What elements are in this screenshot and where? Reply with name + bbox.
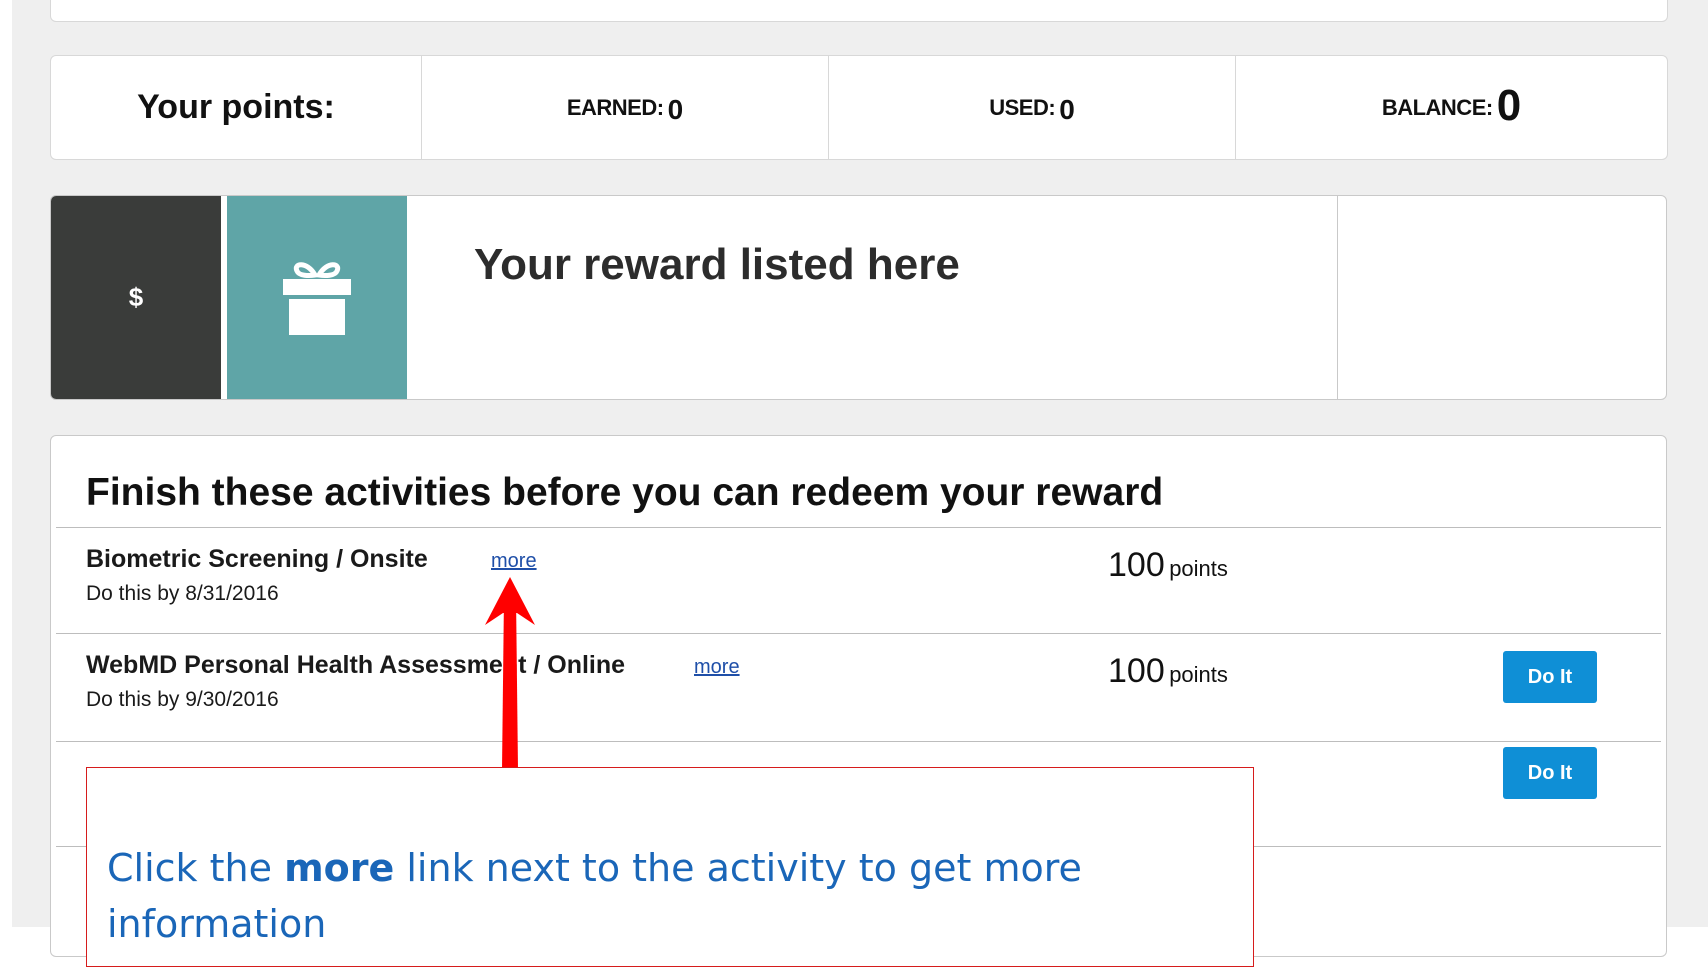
balance-cell: BALANCE: 0 xyxy=(1236,56,1667,159)
used-value: 0 xyxy=(1059,93,1075,125)
used-cell: USED: 0 xyxy=(829,56,1236,159)
callout-emphasis: more xyxy=(284,846,395,890)
more-link[interactable]: more xyxy=(491,550,537,573)
instruction-callout: Click the more link next to the activity… xyxy=(86,767,1254,967)
used-label: USED: xyxy=(989,94,1056,120)
top-panel xyxy=(50,0,1668,22)
earned-value: 0 xyxy=(667,93,684,125)
points-title: Your points: xyxy=(137,88,335,126)
reward-title: Your reward listed here xyxy=(474,240,960,289)
callout-prefix: Click the xyxy=(107,846,285,890)
earned-cell: EARNED: 0 xyxy=(422,56,829,159)
activity-points: 100 points xyxy=(1108,546,1228,585)
activity-row: Biometric Screening / Onsite more Do thi… xyxy=(51,528,1666,633)
activity-row: WebMD Personal Health Assessment / Onlin… xyxy=(51,634,1666,739)
dollar-icon: $ xyxy=(128,282,144,312)
balance-label: BALANCE: xyxy=(1381,94,1493,120)
reward-card[interactable]: $ Your reward listed here xyxy=(50,195,1667,400)
balance-value: 0 xyxy=(1496,80,1522,130)
gift-icon xyxy=(283,261,351,335)
points-number: 100 xyxy=(1108,652,1165,690)
points-unit: points xyxy=(1169,662,1228,687)
points-unit: points xyxy=(1169,556,1228,581)
activities-heading: Finish these activities before you can r… xyxy=(86,471,1164,514)
callout-text: Click the more link next to the activity… xyxy=(107,840,1253,952)
activity-name: Biometric Screening / Onsite xyxy=(86,545,428,573)
more-link[interactable]: more xyxy=(694,656,740,679)
reward-gift-tile xyxy=(227,196,407,399)
reward-divider xyxy=(1337,196,1338,399)
activity-points: 100 points xyxy=(1108,652,1228,691)
activity-due-date: Do this by 8/31/2016 xyxy=(86,582,279,605)
reward-currency-tile: $ xyxy=(51,196,221,399)
earned-label: EARNED: xyxy=(566,94,664,120)
activity-due-date: Do this by 9/30/2016 xyxy=(86,688,279,711)
do-it-button[interactable]: Do It xyxy=(1503,747,1597,799)
red-arrow-icon xyxy=(485,577,535,770)
points-number: 100 xyxy=(1108,546,1165,584)
points-summary: Your points: EARNED: 0 USED: 0 BALANCE: … xyxy=(50,55,1668,160)
do-it-button[interactable]: Do It xyxy=(1503,651,1597,703)
points-title-cell: Your points: xyxy=(51,56,422,159)
